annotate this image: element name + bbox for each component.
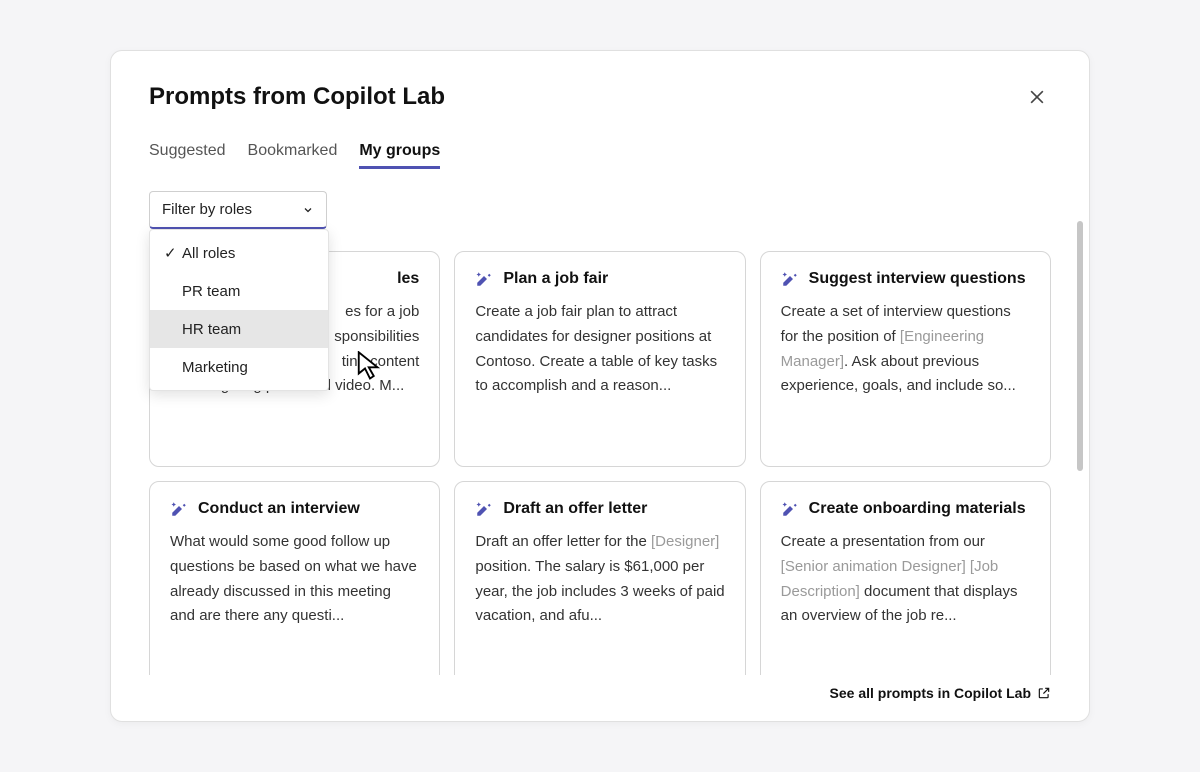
card-body: What would some good follow up questions… — [170, 530, 419, 629]
close-button[interactable] — [1023, 83, 1051, 114]
footer-link-text: See all prompts in Copilot Lab — [830, 685, 1031, 701]
roles-dropdown-menu: ✓ All roles PR team HR team Marketing — [149, 229, 329, 391]
scrollbar[interactable] — [1077, 221, 1083, 471]
card-body: Draft an offer letter for the [Designer]… — [475, 530, 724, 629]
prompt-card[interactable]: Plan a job fair Create a job fair plan t… — [454, 251, 745, 467]
role-option-pr-team[interactable]: PR team — [150, 272, 328, 310]
card-title: Conduct an interview — [198, 500, 360, 518]
role-option-all-roles[interactable]: ✓ All roles — [150, 234, 328, 272]
filter-by-roles-dropdown[interactable]: Filter by roles — [149, 191, 327, 229]
card-title: Create onboarding materials — [809, 500, 1026, 518]
check-icon: ✓ — [164, 244, 182, 262]
dialog-header: Prompts from Copilot Lab — [149, 83, 1051, 114]
filter-wrap: Filter by roles ✓ All roles PR team HR t… — [149, 191, 327, 229]
card-title: Plan a job fair — [503, 270, 608, 288]
sparkle-pen-icon — [781, 500, 799, 518]
prompt-card[interactable]: Suggest interview questions Create a set… — [760, 251, 1051, 467]
role-option-marketing[interactable]: Marketing — [150, 348, 328, 386]
card-title: Suggest interview questions — [809, 270, 1026, 288]
card-body: Create a job fair plan to attract candid… — [475, 300, 724, 399]
sparkle-pen-icon — [781, 270, 799, 288]
role-option-hr-team[interactable]: HR team — [150, 310, 328, 348]
role-option-label: All roles — [182, 245, 235, 262]
card-body: Create a set of interview questions for … — [781, 300, 1030, 399]
see-all-prompts-link[interactable]: See all prompts in Copilot Lab — [830, 685, 1051, 701]
tab-my-groups[interactable]: My groups — [359, 142, 440, 169]
sparkle-pen-icon — [170, 500, 188, 518]
placeholder-token: [Designer] — [651, 533, 719, 550]
card-body: Create a presentation from our [Senior a… — [781, 530, 1030, 629]
chevron-down-icon — [302, 204, 314, 216]
tab-suggested[interactable]: Suggested — [149, 142, 226, 169]
tabs: Suggested Bookmarked My groups — [149, 142, 1051, 169]
filter-label: Filter by roles — [162, 201, 252, 218]
role-option-label: PR team — [182, 283, 240, 300]
tab-bookmarked[interactable]: Bookmarked — [248, 142, 338, 169]
prompt-card[interactable]: Conduct an interview What would some goo… — [149, 481, 440, 675]
sparkle-pen-icon — [475, 270, 493, 288]
dialog-title: Prompts from Copilot Lab — [149, 83, 445, 111]
card-title: Draft an offer letter — [503, 500, 647, 518]
close-icon — [1027, 87, 1047, 107]
role-option-label: Marketing — [182, 359, 248, 376]
copilot-lab-dialog: Prompts from Copilot Lab Suggested Bookm… — [110, 50, 1090, 722]
open-external-icon — [1037, 686, 1051, 700]
prompt-card[interactable]: Draft an offer letter Draft an offer let… — [454, 481, 745, 675]
prompt-card[interactable]: Create onboarding materials Create a pre… — [760, 481, 1051, 675]
sparkle-pen-icon — [475, 500, 493, 518]
role-option-label: HR team — [182, 321, 241, 338]
